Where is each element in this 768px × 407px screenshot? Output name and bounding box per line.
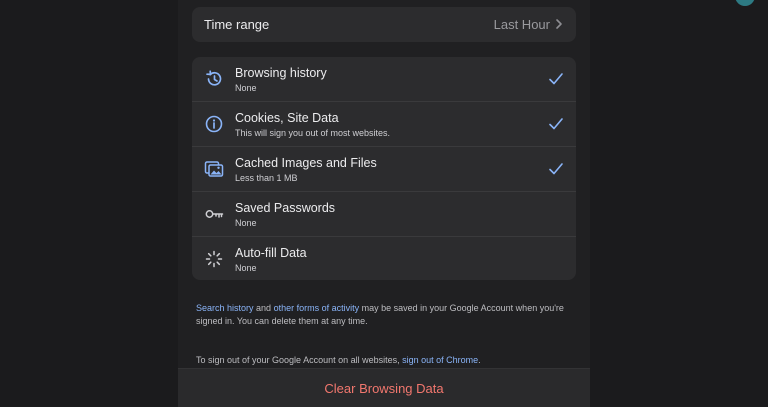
images-icon [204,161,224,177]
checkmark-icon [549,73,563,85]
data-type-list: Browsing history None Cookies, Site Data… [192,57,576,280]
option-subtitle: Less than 1 MB [235,173,298,183]
history-icon [206,70,222,86]
time-range-row[interactable]: Time range Last Hour [192,7,576,42]
chevron-right-icon [556,19,562,29]
account-activity-note: Search history and other forms of activi… [196,302,580,328]
note-text: . [478,355,481,365]
option-autofill-data[interactable]: Auto-fill Data None [192,237,576,280]
option-cached-images[interactable]: Cached Images and Files Less than 1 MB [192,147,576,192]
key-icon [205,210,224,218]
search-history-link[interactable]: Search history [196,303,254,313]
option-title: Cookies, Site Data [235,111,339,125]
option-title: Saved Passwords [235,201,336,215]
time-range-label: Time range [204,17,270,32]
option-subtitle: None [235,218,257,228]
backdrop-right [590,0,768,406]
option-title: Cached Images and Files [235,156,377,170]
time-range-value: Last Hour [493,17,550,32]
sign-out-link[interactable]: sign out of Chrome [402,355,478,365]
option-subtitle: None [235,83,257,93]
sign-out-note: To sign out of your Google Account on al… [196,354,580,367]
note-text: To sign out of your Google Account on al… [196,355,403,365]
checkmark-icon [549,118,563,130]
footer-bar: Clear Browsing Data [178,368,590,407]
info-icon [205,115,223,133]
option-subtitle: This will sign you out of most websites. [235,128,391,138]
option-browsing-history[interactable]: Browsing history None [192,57,576,102]
checkmark-icon [549,163,563,175]
option-cookies-site-data[interactable]: Cookies, Site Data This will sign you ou… [192,102,576,147]
note-text: and [253,303,274,313]
option-subtitle: None [235,263,257,273]
option-title: Auto-fill Data [235,246,307,260]
clear-browsing-data-button[interactable]: Clear Browsing Data [324,381,443,396]
backdrop-left [0,0,178,406]
option-title: Browsing history [235,66,327,80]
autofill-icon [205,250,223,268]
option-saved-passwords[interactable]: Saved Passwords None [192,192,576,237]
other-activity-link[interactable]: other forms of activity [274,303,360,313]
